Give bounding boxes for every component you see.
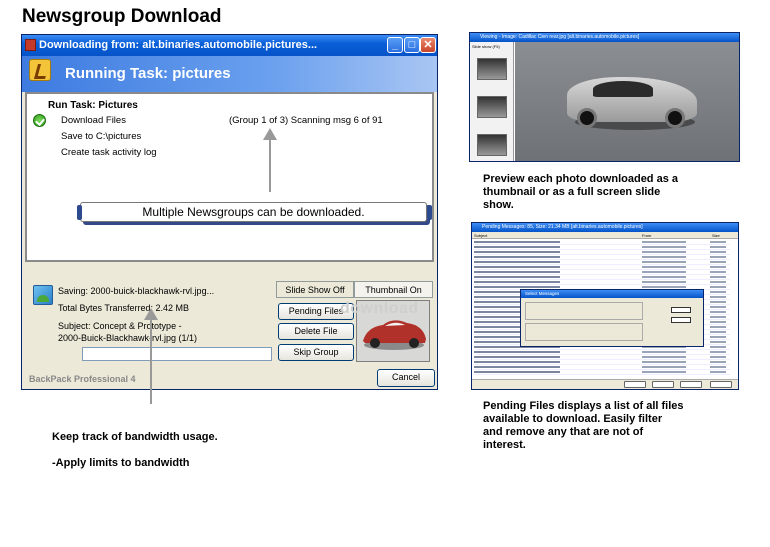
delete-button[interactable] bbox=[680, 381, 702, 388]
select-button[interactable] bbox=[652, 381, 674, 388]
pending-caption-line: and remove any that are not of bbox=[483, 426, 644, 438]
tab-thumbnail[interactable]: Thumbnail On bbox=[354, 281, 433, 298]
pending-caption-line: interest. bbox=[483, 439, 526, 451]
close-button[interactable] bbox=[710, 381, 732, 388]
subject-file: 2000-Buick-Blackhawk-rvl.jpg (1/1) bbox=[58, 333, 198, 343]
subject-line: Subject: Concept & Prototype - bbox=[58, 321, 182, 331]
dialog-title: Select Messages bbox=[521, 290, 703, 298]
thumbnail-3[interactable] bbox=[477, 134, 507, 156]
title-bar: Downloading from: alt.binaries.automobil… bbox=[22, 35, 437, 56]
select-button[interactable] bbox=[671, 307, 691, 313]
bandwidth-arrow bbox=[144, 308, 158, 404]
preview-caption-line: Preview each photo downloaded as a bbox=[483, 173, 678, 185]
preview-caption: Preview each photo downloaded as a thumb… bbox=[483, 173, 678, 212]
col-size: Size bbox=[712, 233, 720, 238]
tab-slide-show[interactable]: Slide Show Off bbox=[276, 281, 354, 298]
bytes-transferred: Total Bytes Transferred: 2.42 MB bbox=[58, 303, 190, 313]
banner-title: Running Task: pictures bbox=[65, 65, 231, 82]
bandwidth-limit-caption: -Apply limits to bandwidth bbox=[52, 457, 190, 469]
skip-group-button[interactable]: Skip Group bbox=[278, 344, 354, 361]
col-subject: Subject bbox=[474, 233, 488, 238]
minimize-button[interactable]: _ bbox=[387, 37, 403, 53]
list-header: Subject From Size bbox=[472, 232, 738, 239]
preview-caption-line: show. bbox=[483, 199, 514, 211]
slideshow-label: Slide show (F5) bbox=[472, 44, 500, 49]
step-download: Download Files bbox=[61, 115, 126, 126]
pending-caption-line: Pending Files displays a list of all fil… bbox=[483, 400, 684, 412]
task-banner: Running Task: pictures bbox=[22, 56, 437, 92]
product-name: BackPack Professional 4 bbox=[29, 374, 136, 384]
scan-status: (Group 1 of 3) Scanning msg 6 of 91 bbox=[229, 115, 383, 126]
step-save: Save to C:\pictures bbox=[61, 131, 142, 142]
main-window: Downloading from: alt.binaries.automobil… bbox=[21, 34, 438, 390]
full-image-view bbox=[515, 42, 739, 161]
page-title: Newsgroup Download bbox=[22, 6, 222, 27]
callout-newsgroups: Multiple Newsgroups can be downloaded. bbox=[77, 202, 432, 222]
select-messages-dialog: Select Messages bbox=[520, 289, 704, 347]
watermark: download bbox=[340, 300, 419, 317]
callout-arrow bbox=[263, 128, 277, 192]
step-log: Create task activity log bbox=[61, 147, 157, 158]
pending-toolbar bbox=[472, 379, 738, 389]
save-image-icon bbox=[33, 285, 53, 305]
task-heading: Run Task: Pictures bbox=[48, 100, 138, 111]
pending-title: Pending Messages: 85, Size: 21.34 MB [al… bbox=[472, 223, 738, 232]
window-title: Downloading from: alt.binaries.automobil… bbox=[39, 39, 318, 51]
close-button[interactable]: ✕ bbox=[420, 37, 436, 53]
app-icon bbox=[25, 39, 36, 51]
preview-screenshot: Viewing - Image: Cadillac Cien rear.jpg … bbox=[469, 32, 740, 162]
task-panel: Run Task: Pictures Download Files Save t… bbox=[25, 92, 434, 262]
dialog-close-button[interactable] bbox=[671, 317, 691, 323]
list-item[interactable] bbox=[474, 370, 730, 375]
col-from: From bbox=[642, 233, 652, 238]
current-step-icon bbox=[33, 114, 46, 127]
bandwidth-caption: Keep track of bandwidth usage. bbox=[52, 431, 218, 443]
view-tabs: Slide Show Off Thumbnail On bbox=[276, 281, 433, 299]
thumbnail-2[interactable] bbox=[477, 96, 507, 118]
pending-screenshot: Pending Messages: 85, Size: 21.34 MB [al… bbox=[471, 222, 739, 390]
pending-caption-line: available to download. Easily filter bbox=[483, 413, 663, 425]
thumbnail-strip: Slide show (F5) bbox=[470, 42, 514, 161]
thumbnail-1[interactable] bbox=[477, 58, 507, 80]
preview-caption-line: thumbnail or as a full screen slide bbox=[483, 186, 661, 198]
preview-title: Viewing - Image: Cadillac Cien rear.jpg … bbox=[470, 33, 739, 42]
saving-file: Saving: 2000-buick-blackhawk-rvl.jpg... bbox=[58, 286, 215, 296]
pending-caption: Pending Files displays a list of all fil… bbox=[483, 400, 684, 452]
running-task-icon bbox=[29, 59, 51, 81]
cancel-button[interactable]: Cancel bbox=[377, 369, 435, 387]
maximize-button[interactable]: □ bbox=[404, 37, 420, 53]
quick-select-button[interactable] bbox=[624, 381, 646, 388]
progress-bar bbox=[82, 347, 272, 361]
delete-file-button[interactable]: Delete File bbox=[278, 323, 354, 340]
